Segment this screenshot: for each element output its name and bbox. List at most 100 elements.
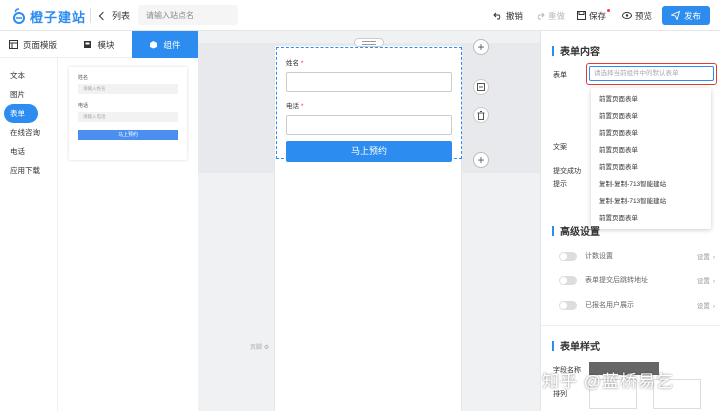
form-label: 表单	[553, 72, 567, 79]
undo-icon	[493, 12, 501, 19]
footer-hint: 页脚 ⚙	[250, 345, 270, 351]
form-select[interactable]: 请选择当前组件中的默认表单	[589, 66, 714, 81]
redirect-settings-link[interactable]: 设置 ›	[694, 275, 715, 285]
tab-page-template[interactable]: 页面模版	[0, 31, 66, 58]
header-divider	[90, 8, 91, 23]
component-category-list: 文本 图片 表单 在线咨询 电话 应用下载	[0, 58, 58, 411]
redo-button[interactable]: 重做	[535, 10, 565, 22]
component-icon	[150, 41, 158, 49]
redo-icon	[537, 12, 545, 19]
redo-label: 重做	[547, 10, 565, 21]
tab-label: 页面模版	[22, 39, 57, 50]
undo-label: 撤销	[505, 10, 523, 21]
dropdown-option[interactable]: 前置页面表单	[591, 125, 711, 142]
count-toggle[interactable]	[559, 251, 577, 261]
trash-icon	[477, 110, 485, 120]
toggle-row-redirect: 表单提交后跳转地址 设置 ›	[559, 274, 715, 286]
plus-icon: +	[477, 153, 485, 167]
thumb-phone-label: 电话	[78, 103, 89, 109]
back-label: 列表	[112, 11, 131, 21]
category-online-chat[interactable]: 在线咨询	[0, 123, 57, 142]
thumb-name-label: 姓名	[78, 75, 89, 81]
form-block[interactable]: 姓名 * 电话 * 马上预约	[276, 47, 462, 162]
chevron-right-icon: ›	[712, 254, 715, 261]
name-field[interactable]	[286, 72, 452, 92]
header-actions: 撤销 重做 保存 预览 发布	[481, 6, 710, 25]
toggle-row-signed-users: 已报名用户展示 设置 ›	[559, 299, 715, 311]
top-toolbar: 橙子建站 列表 撤销 重做 保存 预览 发布	[0, 0, 720, 31]
drag-handle[interactable]	[354, 38, 384, 47]
toggle-label: 已报名用户展示	[585, 302, 634, 309]
toggle-label: 表单提交后跳转地址	[585, 277, 648, 284]
copy-block-button[interactable]	[473, 79, 489, 95]
phone-field[interactable]	[286, 115, 452, 135]
submit-success-label: 提交成功	[553, 168, 581, 175]
undo-button[interactable]: 撤销	[493, 10, 523, 22]
copy-label: 文案	[553, 144, 567, 151]
module-icon	[84, 41, 92, 48]
logo-text: 橙子建站	[30, 9, 87, 25]
delete-block-button[interactable]	[473, 107, 489, 123]
category-image[interactable]: 图片	[0, 85, 57, 104]
form-select-dropdown: 前置页面表单 前置页面表单 前置页面表单 前置页面表单 前置页面表单 复制-复制…	[591, 88, 711, 229]
component-gallery: 姓名 请输入姓名 电话 请输入电话 马上预约	[58, 58, 198, 411]
logo: 橙子建站	[12, 6, 86, 26]
redirect-toggle[interactable]	[559, 275, 577, 285]
toggle-label: 计数设置	[585, 253, 613, 260]
preview-button[interactable]: 预览	[621, 10, 652, 22]
toggle-row-count: 计数设置 设置 ›	[559, 250, 715, 262]
advanced-settings-title: 高级设置	[552, 223, 600, 238]
add-block-top-button[interactable]: +	[473, 39, 489, 55]
send-icon	[670, 11, 680, 20]
chevron-right-icon: ›	[712, 278, 715, 285]
editor-canvas: 姓名 * 电话 * 马上预约 + + 页脚 ⚙	[198, 31, 540, 411]
signed-users-settings-link[interactable]: 设置 ›	[694, 300, 715, 310]
dropdown-option[interactable]: 前置页面表单	[591, 159, 711, 176]
thumb-name-input: 请输入姓名	[78, 84, 178, 94]
section-divider	[541, 325, 720, 326]
add-block-bottom-button[interactable]: +	[473, 152, 489, 168]
plus-icon: +	[477, 40, 485, 54]
publish-label: 发布	[683, 10, 701, 21]
category-form[interactable]: 表单	[4, 104, 38, 123]
count-settings-link[interactable]: 设置 ›	[694, 251, 715, 261]
unsaved-dot	[606, 9, 610, 12]
back-to-list-button[interactable]: 列表	[98, 9, 131, 22]
submit-hint-label: 提示	[553, 181, 567, 188]
dropdown-option[interactable]: 前置页面表单	[591, 210, 711, 227]
left-panel-tabs: 页面模版 模块 组件	[0, 31, 198, 58]
category-phone[interactable]: 电话	[0, 142, 57, 161]
dropdown-option[interactable]: 复制-复制-713智能建站	[591, 176, 711, 193]
form-content-title: 表单内容	[552, 43, 600, 58]
dropdown-option[interactable]: 复制-复制-713智能建站	[591, 193, 711, 210]
eye-icon	[621, 12, 632, 19]
category-text[interactable]: 文本	[0, 66, 57, 85]
thumb-submit-button: 马上预约	[78, 130, 178, 140]
name-field-label: 姓名 *	[286, 60, 304, 67]
property-panel: 表单内容 表单 请选择当前组件中的默认表单 文案 提交成功 提示 前置页面表单 …	[540, 31, 720, 411]
save-icon	[576, 11, 586, 20]
tab-components[interactable]: 组件	[132, 31, 198, 58]
dropdown-option[interactable]: 前置页面表单	[591, 108, 711, 125]
template-icon	[8, 40, 18, 49]
dropdown-option[interactable]: 前置页面表单	[591, 91, 711, 108]
watermark: 知乎 @蓝桥易乞	[542, 372, 674, 391]
form-select-highlight: 请选择当前组件中的默认表单	[586, 63, 717, 85]
tab-label: 模块	[97, 39, 115, 50]
phone-field-label: 电话 *	[286, 103, 304, 110]
category-app-download[interactable]: 应用下载	[0, 161, 57, 180]
form-style-title: 表单样式	[552, 338, 600, 353]
preview-label: 预览	[634, 10, 652, 21]
settings-dot-icon: ⚙	[263, 345, 270, 351]
dropdown-option[interactable]: 前置页面表单	[591, 142, 711, 159]
thumb-phone-input: 请输入电话	[78, 112, 178, 122]
tab-label: 组件	[163, 39, 181, 50]
site-name-input[interactable]	[138, 5, 238, 25]
book-now-button[interactable]: 马上预约	[286, 141, 452, 162]
form-component-thumbnail[interactable]: 姓名 请输入姓名 电话 请输入电话 马上预约	[69, 67, 187, 160]
publish-button[interactable]: 发布	[661, 6, 710, 25]
save-button[interactable]: 保存	[576, 9, 610, 22]
save-label: 保存	[588, 10, 606, 21]
signed-users-toggle[interactable]	[559, 300, 577, 310]
tab-modules[interactable]: 模块	[66, 31, 132, 58]
